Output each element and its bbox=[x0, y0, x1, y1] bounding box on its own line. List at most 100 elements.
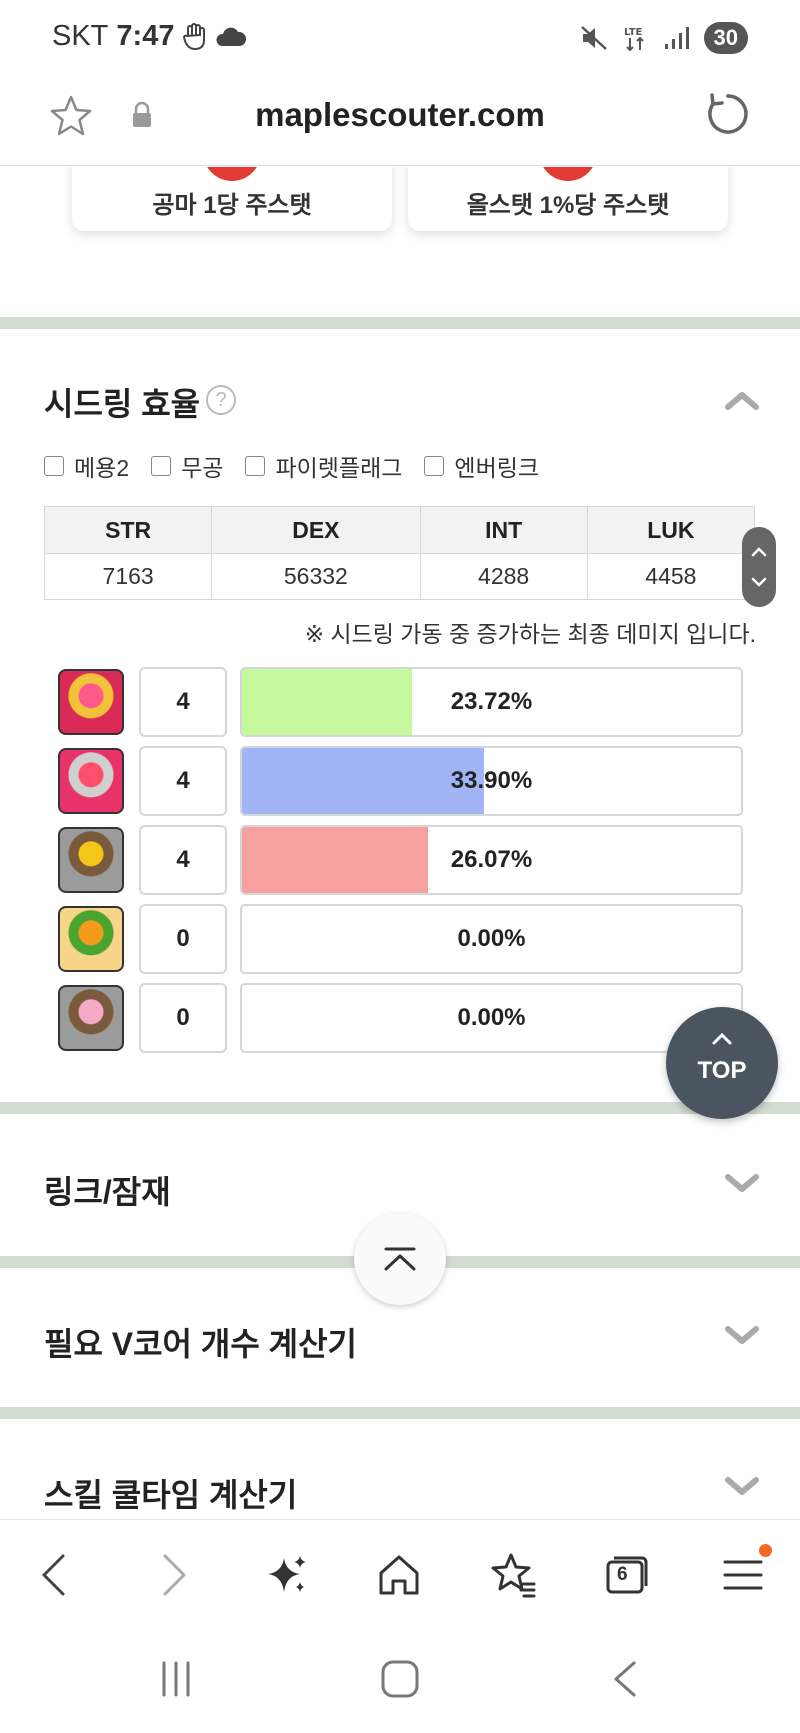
chevron-up-icon[interactable] bbox=[724, 387, 760, 413]
recent-apps-icon[interactable] bbox=[156, 1659, 196, 1699]
checkbox-box[interactable] bbox=[245, 456, 266, 476]
ring-percent: 26.07% bbox=[450, 846, 533, 873]
stat-card-allstat[interactable]: 올스탯 1%당 주스탯 bbox=[408, 167, 728, 231]
link-potential-title[interactable]: 링크/잠재 bbox=[44, 1167, 171, 1213]
checkbox-mugong[interactable]: 무공 bbox=[151, 449, 223, 483]
chevron-up-icon bbox=[666, 1031, 778, 1051]
ring-row: 0 0.00% bbox=[58, 983, 748, 1053]
home-nav-icon[interactable] bbox=[380, 1659, 420, 1699]
cooldown-calculator-title[interactable]: 스킬 쿨타임 계산기 bbox=[44, 1470, 297, 1516]
ring-icon bbox=[58, 906, 124, 972]
stats-header-row: STR DEX INT LUK bbox=[43, 506, 756, 554]
checkbox-box[interactable] bbox=[424, 456, 445, 476]
back-nav-icon[interactable] bbox=[606, 1659, 646, 1699]
scroll-handle[interactable] bbox=[742, 527, 776, 607]
menu-icon bbox=[723, 1560, 763, 1590]
reload-icon[interactable] bbox=[704, 90, 752, 138]
home-icon[interactable] bbox=[374, 1550, 424, 1600]
hand-icon bbox=[183, 22, 206, 50]
browser-toolbar: 6 bbox=[0, 1519, 800, 1629]
scroll-top-button[interactable]: TOP bbox=[666, 1007, 778, 1119]
ring-row: 4 26.07% bbox=[58, 825, 748, 895]
ring-level-input[interactable]: 0 bbox=[139, 983, 227, 1053]
lte-icon: LTE bbox=[624, 27, 644, 52]
tabs-button[interactable]: 6 bbox=[602, 1550, 652, 1600]
checkbox-label: 엔버링크 bbox=[454, 455, 540, 481]
checkbox-box[interactable] bbox=[151, 456, 172, 476]
carrier-label: SKT bbox=[52, 20, 109, 52]
checkbox-label: 무공 bbox=[181, 455, 224, 481]
card-label: 공마 1당 주스탯 bbox=[152, 192, 312, 219]
help-icon[interactable]: ? bbox=[206, 385, 236, 415]
bookmarks-icon[interactable] bbox=[488, 1550, 538, 1600]
chevron-down-icon[interactable] bbox=[724, 1474, 760, 1500]
chevron-down-icon[interactable] bbox=[724, 1171, 760, 1197]
checkbox-label: 메용2 bbox=[74, 455, 130, 481]
ring-icon bbox=[58, 748, 124, 814]
ring-row: 4 23.72% bbox=[58, 667, 748, 737]
menu-button[interactable] bbox=[718, 1544, 772, 1600]
ring-icon bbox=[58, 985, 124, 1051]
checkbox-meyong2[interactable]: 메용2 bbox=[44, 449, 129, 483]
seed-ring-title: 시드링 효율 bbox=[44, 386, 201, 422]
stats-header: INT bbox=[419, 506, 588, 554]
stats-value: 56332 bbox=[211, 553, 421, 600]
mute-icon bbox=[580, 26, 607, 50]
top-label: TOP bbox=[697, 1057, 747, 1084]
back-icon[interactable] bbox=[30, 1550, 80, 1600]
browser-url-bar: maplescouter.com bbox=[0, 78, 800, 166]
section-divider bbox=[0, 1407, 800, 1419]
stats-table: STR DEX INT LUK 7163 56332 4288 4458 bbox=[43, 506, 756, 600]
stats-value: 7163 bbox=[43, 553, 213, 600]
ring-row: 4 33.90% bbox=[58, 746, 748, 816]
stats-header: DEX bbox=[211, 506, 421, 554]
battery-badge: 30 bbox=[703, 22, 748, 54]
vcore-calculator-title[interactable]: 필요 V코어 개수 계산기 bbox=[44, 1319, 357, 1365]
notification-dot bbox=[759, 1544, 772, 1557]
ring-row: 0 0.00% bbox=[58, 904, 748, 974]
status-left: SKT 7:47 bbox=[52, 20, 247, 53]
ring-level-input[interactable]: 0 bbox=[139, 904, 227, 974]
url-text[interactable]: maplescouter.com bbox=[0, 96, 800, 134]
ring-efficiency-bar: 33.90% bbox=[240, 746, 743, 816]
collapse-toolbar-button[interactable] bbox=[354, 1213, 446, 1305]
page-content: 공마 1당 주스탯 올스탯 1%당 주스탯 시드링 효율 ? 메용2 무공 파이… bbox=[0, 167, 800, 1519]
clock: 7:47 bbox=[116, 20, 175, 52]
chevron-up-icon bbox=[751, 547, 767, 587]
ring-level-input[interactable]: 4 bbox=[139, 667, 227, 737]
checkbox-ember-link[interactable]: 엔버링크 bbox=[424, 449, 539, 483]
ai-sparkle-icon[interactable] bbox=[262, 1550, 312, 1600]
card-dot bbox=[203, 167, 261, 181]
cloud-icon bbox=[216, 27, 247, 46]
stats-value: 4288 bbox=[419, 553, 588, 600]
ring-efficiency-bar: 26.07% bbox=[240, 825, 743, 895]
ring-level-input[interactable]: 4 bbox=[139, 746, 227, 816]
ring-icon bbox=[58, 669, 124, 735]
status-right: LTE 30 bbox=[580, 22, 748, 54]
section-divider bbox=[0, 317, 800, 329]
ring-icon bbox=[58, 827, 124, 893]
stats-header: STR bbox=[43, 506, 213, 554]
checkbox-pirate-flag[interactable]: 파이렛플래그 bbox=[245, 449, 402, 483]
svg-text:LTE: LTE bbox=[624, 27, 643, 38]
card-dot bbox=[539, 167, 597, 181]
checkbox-label: 파이렛플래그 bbox=[275, 455, 403, 481]
system-nav-bar bbox=[0, 1629, 800, 1733]
ring-level-input[interactable]: 4 bbox=[139, 825, 227, 895]
tab-count: 6 bbox=[617, 1564, 628, 1585]
stat-card-attack[interactable]: 공마 1당 주스탯 bbox=[72, 167, 392, 231]
stats-value-row: 7163 56332 4288 4458 bbox=[43, 553, 756, 600]
checkbox-box[interactable] bbox=[44, 456, 64, 476]
damage-note: ※ 시드링 가동 중 증가하는 최종 데미지 입니다. bbox=[304, 621, 756, 647]
chevron-down-icon[interactable] bbox=[724, 1323, 760, 1349]
forward-icon[interactable] bbox=[148, 1550, 198, 1600]
card-label: 올스탯 1%당 주스탯 bbox=[466, 192, 670, 219]
ring-efficiency-bar: 0.00% bbox=[240, 904, 743, 974]
ring-efficiency-bar: 23.72% bbox=[240, 667, 743, 737]
ring-percent: 23.72% bbox=[450, 688, 533, 715]
ring-percent: 0.00% bbox=[457, 925, 526, 952]
signal-icon bbox=[664, 27, 689, 49]
status-bar: SKT 7:47 LTE 30 bbox=[0, 0, 800, 78]
stats-header: LUK bbox=[586, 506, 756, 554]
ring-percent: 33.90% bbox=[450, 767, 533, 794]
